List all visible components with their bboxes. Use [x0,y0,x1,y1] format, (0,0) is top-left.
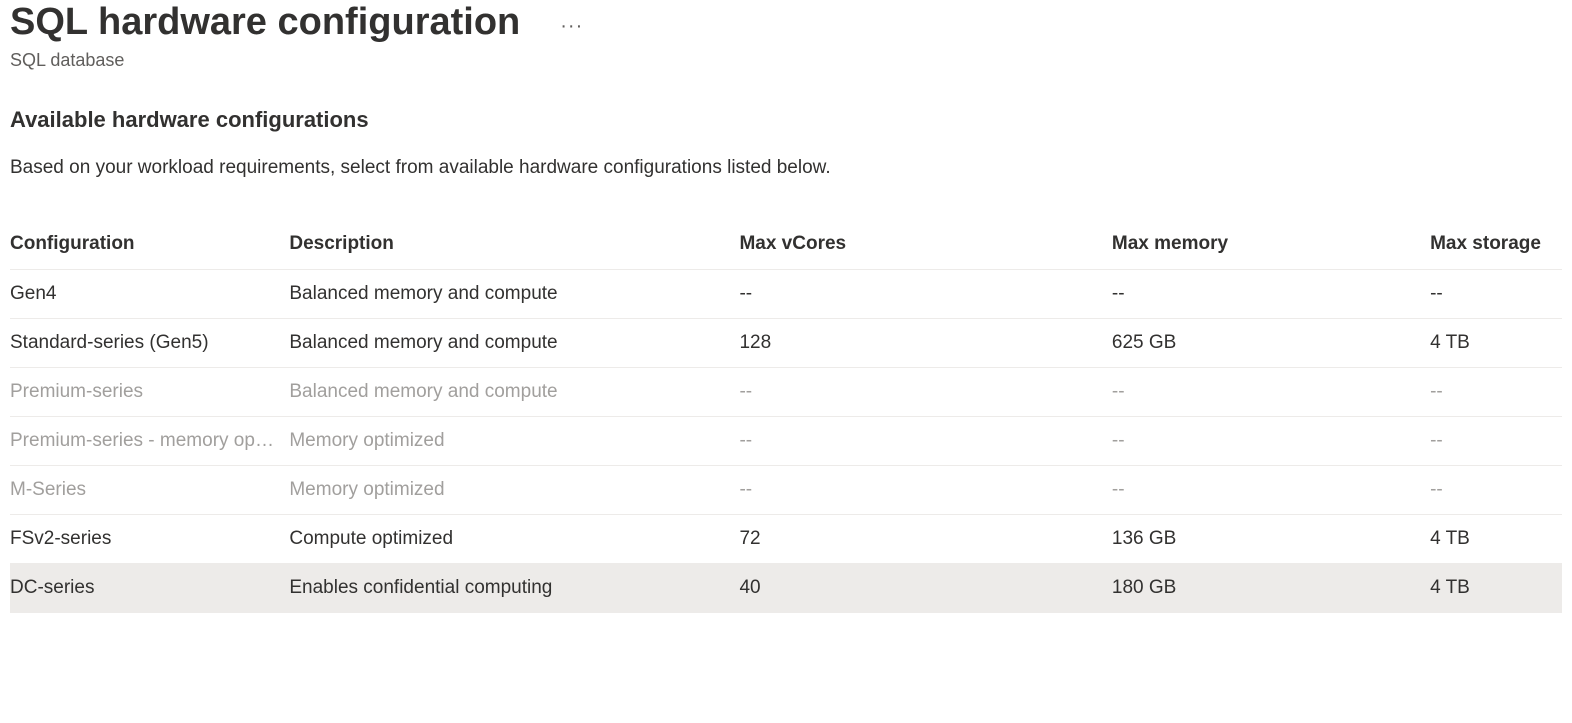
cell-description: Compute optimized [289,514,739,563]
cell-max-memory: 625 GB [1112,318,1430,367]
cell-max-memory: -- [1112,269,1430,318]
cell-max-vcores: -- [739,416,1111,465]
cell-configuration: M-Series [10,465,289,514]
cell-configuration: Gen4 [10,269,289,318]
section-description: Based on your workload requirements, sel… [10,157,1562,179]
cell-max-storage: 4 TB [1430,514,1562,563]
cell-description: Enables confidential computing [289,563,739,612]
page-title: SQL hardware configuration [10,0,520,46]
cell-max-memory: 136 GB [1112,514,1430,563]
cell-description: Balanced memory and compute [289,367,739,416]
cell-max-storage: -- [1430,416,1562,465]
table-row[interactable]: DC-seriesEnables confidential computing4… [10,563,1562,612]
table-row: Premium-seriesBalanced memory and comput… [10,367,1562,416]
cell-max-storage: -- [1430,367,1562,416]
cell-description: Balanced memory and compute [289,269,739,318]
cell-max-vcores: 40 [739,563,1111,612]
cell-configuration: Premium-series - memory optimized [10,416,289,465]
cell-max-memory: -- [1112,416,1430,465]
cell-max-memory: -- [1112,465,1430,514]
cell-max-memory: 180 GB [1112,563,1430,612]
col-header-max-memory[interactable]: Max memory [1112,219,1430,270]
cell-description: Memory optimized [289,465,739,514]
cell-description: Memory optimized [289,416,739,465]
cell-configuration: Standard-series (Gen5) [10,318,289,367]
cell-max-storage: 4 TB [1430,563,1562,612]
hardware-config-table: Configuration Description Max vCores Max… [10,219,1562,613]
cell-max-storage: -- [1430,465,1562,514]
page-subtitle: SQL database [10,50,1562,71]
cell-configuration: Premium-series [10,367,289,416]
cell-max-vcores: -- [739,465,1111,514]
cell-configuration: FSv2-series [10,514,289,563]
cell-configuration: DC-series [10,563,289,612]
cell-max-vcores: -- [739,367,1111,416]
section-heading: Available hardware configurations [10,107,1562,133]
cell-max-memory: -- [1112,367,1430,416]
table-row[interactable]: FSv2-seriesCompute optimized72136 GB4 TB [10,514,1562,563]
col-header-max-vcores[interactable]: Max vCores [739,219,1111,270]
table-row: M-SeriesMemory optimized------ [10,465,1562,514]
col-header-configuration[interactable]: Configuration [10,219,289,270]
table-row[interactable]: Gen4Balanced memory and compute------ [10,269,1562,318]
col-header-description[interactable]: Description [289,219,739,270]
more-icon[interactable]: ··· [560,7,583,38]
cell-description: Balanced memory and compute [289,318,739,367]
cell-max-storage: -- [1430,269,1562,318]
cell-max-vcores: -- [739,269,1111,318]
table-row[interactable]: Standard-series (Gen5)Balanced memory an… [10,318,1562,367]
table-row: Premium-series - memory optimizedMemory … [10,416,1562,465]
col-header-max-storage[interactable]: Max storage [1430,219,1562,270]
cell-max-vcores: 128 [739,318,1111,367]
cell-max-storage: 4 TB [1430,318,1562,367]
cell-max-vcores: 72 [739,514,1111,563]
